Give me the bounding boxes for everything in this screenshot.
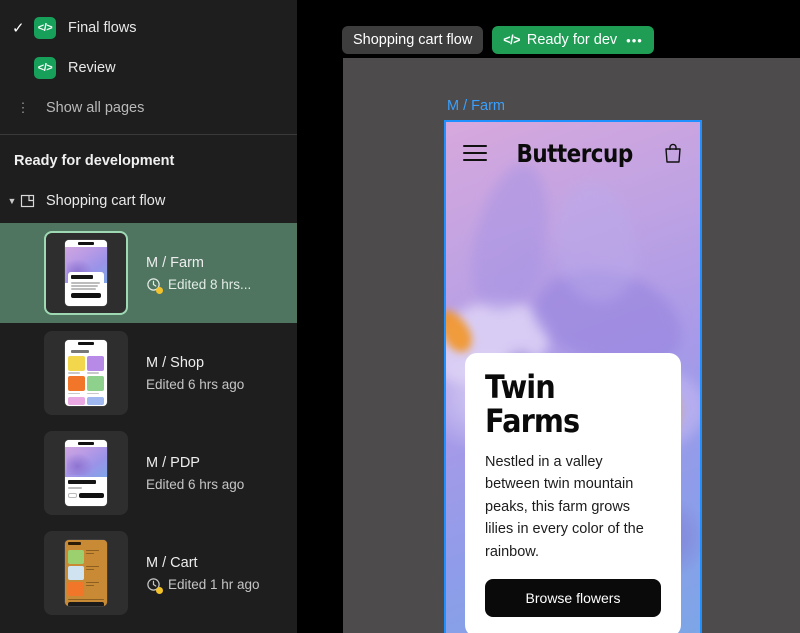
frame-name: M / Shop	[146, 354, 205, 371]
frame-edited-label: Edited 6 hrs ago	[146, 376, 245, 392]
list-item-frame-cart[interactable]: M / Cart Edited 1 hr ago	[0, 523, 297, 623]
figma-window: ✓ </> Final flows </> Review ⋮ Show all …	[0, 0, 800, 633]
status-badge-dot	[156, 286, 163, 294]
code-icon: </>	[34, 57, 56, 79]
brand-logo: Buttercup	[516, 138, 634, 168]
show-all-pages-row[interactable]: ⋮ Show all pages	[0, 88, 297, 128]
phone-header: Buttercup	[446, 122, 700, 184]
design-frame-m-farm[interactable]: Buttercup Twin Farms Nestled in a valley…	[444, 120, 702, 633]
code-icon: </>	[34, 17, 56, 39]
frame-thumbnail-pdp[interactable]	[44, 431, 128, 515]
frame-list: M / Farm Edited 8 hrs... M / Shop Edited…	[0, 223, 297, 623]
frame-name: M / PDP	[146, 454, 200, 471]
page-label: Final flows	[68, 20, 137, 36]
sidebar-page-review[interactable]: </> Review	[0, 48, 297, 88]
checkmark-icon: ✓	[12, 19, 25, 37]
page-label: Review	[68, 60, 116, 76]
card-body-text: Nestled in a valley between twin mountai…	[485, 453, 644, 560]
canvas-toolbar: Shopping cart flow </> Ready for dev •••	[342, 26, 654, 54]
hero-content-card: Twin Farms Nestled in a valley between t…	[465, 353, 681, 633]
frame-edited-row: Edited 8 hrs...	[146, 276, 252, 294]
frame-edited-label: Edited 1 hr ago	[168, 576, 260, 592]
clock-icon	[146, 577, 163, 594]
mini-phone-mock	[65, 440, 107, 506]
code-icon: </>	[503, 33, 520, 47]
frame-name: M / Cart	[146, 554, 198, 571]
show-all-pages-label: Show all pages	[46, 100, 145, 116]
frame-meta: M / Cart Edited 1 hr ago	[146, 554, 260, 594]
shopping-bag-icon[interactable]	[663, 142, 683, 164]
frame-thumbnail-cart[interactable]	[44, 531, 128, 615]
canvas-viewport[interactable]: M / Farm Buttercup Twin Farms Nestled in…	[343, 58, 800, 633]
frame-name-label[interactable]: M / Farm	[447, 98, 505, 114]
flow-label: Shopping cart flow	[46, 193, 166, 209]
flow-name-chip[interactable]: Shopping cart flow	[342, 26, 484, 54]
ready-for-dev-chip[interactable]: </> Ready for dev •••	[492, 26, 654, 54]
status-badge-dot	[156, 586, 163, 594]
mini-phone-mock	[65, 240, 107, 306]
clock-icon	[146, 277, 163, 294]
kebab-menu-icon[interactable]: ⋮	[12, 101, 34, 114]
frame-thumbnail-farm[interactable]	[44, 231, 128, 315]
chevron-down-icon[interactable]: ▼	[4, 196, 20, 206]
list-item-frame-pdp[interactable]: M / PDP Edited 6 hrs ago	[0, 423, 297, 523]
pages-list: ✓ </> Final flows </> Review ⋮ Show all …	[0, 0, 297, 128]
mini-phone-mock	[65, 340, 107, 406]
frame-thumbnail-shop[interactable]	[44, 331, 128, 415]
list-item-frame-farm[interactable]: M / Farm Edited 8 hrs...	[0, 223, 297, 323]
frame-name: M / Farm	[146, 254, 204, 271]
card-heading: Twin Farms	[485, 368, 580, 441]
more-options-icon[interactable]: •••	[626, 33, 643, 48]
flow-group-shopping-cart-flow[interactable]: ▼ Shopping cart flow	[0, 183, 297, 219]
left-sidebar: ✓ </> Final flows </> Review ⋮ Show all …	[0, 0, 297, 633]
frame-edited-label: Edited 6 hrs ago	[146, 476, 245, 492]
frame-edited-row: Edited 6 hrs ago	[146, 477, 244, 492]
section-title-ready-for-development: Ready for development	[14, 153, 175, 169]
frame-meta: M / Farm Edited 8 hrs...	[146, 254, 252, 294]
canvas-area: Shopping cart flow </> Ready for dev •••…	[297, 0, 800, 633]
frame-icon	[20, 193, 36, 209]
frame-edited-row: Edited 6 hrs ago	[146, 377, 244, 392]
frame-meta: M / Shop Edited 6 hrs ago	[146, 355, 244, 392]
ready-for-dev-label: Ready for dev	[526, 32, 618, 48]
mini-phone-mock	[65, 540, 107, 606]
sidebar-page-final-flows[interactable]: ✓ </> Final flows	[0, 8, 297, 48]
flow-name-chip-label: Shopping cart flow	[353, 32, 473, 48]
frame-meta: M / PDP Edited 6 hrs ago	[146, 455, 244, 492]
list-item-frame-shop[interactable]: M / Shop Edited 6 hrs ago	[0, 323, 297, 423]
frame-edited-row: Edited 1 hr ago	[146, 576, 260, 594]
hamburger-icon[interactable]	[463, 140, 487, 166]
browse-flowers-button[interactable]: Browse flowers	[485, 579, 661, 617]
frame-edited-label: Edited 8 hrs...	[168, 276, 252, 292]
